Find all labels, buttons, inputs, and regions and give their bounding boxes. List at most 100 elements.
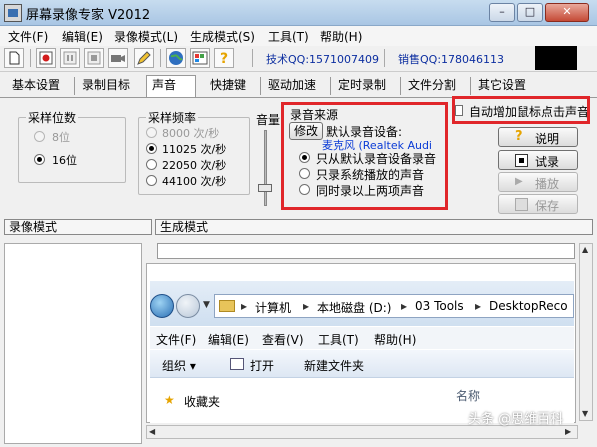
save-button-label: 保存 xyxy=(535,199,560,213)
tab-scheduled-record[interactable]: 定时录制 xyxy=(338,76,386,93)
tab-record-target[interactable]: 录制目标 xyxy=(82,76,130,93)
scroll-right-icon[interactable]: ▶ xyxy=(565,427,571,436)
record-icon xyxy=(515,154,528,167)
source-default-device-label: 只从默认录音设备录音 xyxy=(316,152,437,166)
explorer-menu-file[interactable]: 文件(F) xyxy=(156,331,196,348)
sales-qq-label: 销售QQ:178046113 xyxy=(398,53,505,66)
explorer-menu-bar: 文件(F) 编辑(E) 查看(V) 工具(T) 帮助(H) xyxy=(150,327,574,349)
toolbar-separator xyxy=(160,49,161,67)
tab-hotkeys[interactable]: 快捷键 xyxy=(210,76,246,93)
generate-mode-header[interactable]: 生成模式 xyxy=(155,219,593,235)
back-arrow-icon[interactable] xyxy=(150,294,174,318)
pencil-icon[interactable] xyxy=(134,48,154,68)
volume-slider-thumb[interactable] xyxy=(258,184,272,192)
bits-8-radio[interactable] xyxy=(34,131,45,142)
auto-click-sound-highlight: 自动增加鼠标点击声音 xyxy=(452,96,590,124)
menu-record-mode[interactable]: 录像模式(L) xyxy=(114,28,178,45)
help-icon: ? xyxy=(515,129,523,144)
source-system-playback-radio[interactable] xyxy=(299,168,310,179)
rate-11025-radio[interactable] xyxy=(146,143,157,154)
tab-other-settings[interactable]: 其它设置 xyxy=(478,76,526,93)
vertical-scrollbar[interactable]: ▲ ▼ xyxy=(579,243,593,421)
scroll-down-icon[interactable]: ▼ xyxy=(582,409,588,418)
volume-slider-track[interactable] xyxy=(264,130,267,206)
volume-label: 音量 xyxy=(256,113,281,127)
test-record-button[interactable]: 试录 xyxy=(498,150,578,170)
breadcrumb-separator-icon: ▸ xyxy=(303,299,310,313)
tab-basic-settings[interactable]: 基本设置 xyxy=(12,76,60,93)
modify-device-button[interactable]: 修改 xyxy=(289,122,323,140)
address-bar[interactable]: ▸ 计算机 ▸ 本地磁盘 (D:) ▸ 03 Tools ▸ DesktopRe… xyxy=(214,294,574,318)
tab-separator xyxy=(400,77,401,95)
explorer-menu-help[interactable]: 帮助(H) xyxy=(374,331,416,348)
tab-separator xyxy=(330,77,331,95)
history-dropdown-icon[interactable]: ▼ xyxy=(203,300,210,310)
menu-edit[interactable]: 编辑(E) xyxy=(62,28,103,45)
audio-source-label: 录音来源 xyxy=(290,108,339,122)
rate-22050-radio[interactable] xyxy=(146,159,157,170)
rate-44100-label: 44100 次/秒 xyxy=(162,175,227,188)
organize-button[interactable]: 组织 ▾ xyxy=(162,357,196,374)
minimize-button[interactable]: – xyxy=(489,3,515,22)
explorer-menu-tools[interactable]: 工具(T) xyxy=(318,331,359,348)
pause-icon[interactable] xyxy=(60,48,80,68)
color-preview-box xyxy=(535,46,577,70)
source-default-device-radio[interactable] xyxy=(299,152,310,163)
favorites-item[interactable]: 收藏夹 xyxy=(184,393,220,410)
breadcrumb-computer[interactable]: 计算机 xyxy=(255,299,291,316)
toolbar-separator xyxy=(30,49,31,67)
rate-44100-radio[interactable] xyxy=(146,175,157,186)
explorer-menu-edit[interactable]: 编辑(E) xyxy=(208,331,249,348)
record-mode-panel xyxy=(4,243,142,444)
record-icon[interactable] xyxy=(36,48,56,68)
rate-11025-label: 11025 次/秒 xyxy=(162,143,227,156)
sampling-rate-label: 采样频率 xyxy=(146,109,199,126)
play-button[interactable]: ▶ 播放 xyxy=(498,172,578,192)
breadcrumb-separator-icon: ▸ xyxy=(241,299,248,313)
bits-16-radio[interactable] xyxy=(34,154,45,165)
bits-8-label: 8位 xyxy=(52,131,70,144)
horizontal-scrollbar[interactable]: ◀ ▶ xyxy=(146,425,578,439)
breadcrumb-tools[interactable]: 03 Tools xyxy=(415,299,464,313)
auto-click-sound-checkbox[interactable] xyxy=(455,105,463,116)
new-folder-button[interactable]: 新建文件夹 xyxy=(304,357,364,374)
globe-icon[interactable] xyxy=(166,48,186,68)
menu-file[interactable]: 文件(F) xyxy=(8,28,48,45)
open-button[interactable]: 打开 xyxy=(250,357,274,374)
tab-driver-acceleration[interactable]: 驱动加速 xyxy=(268,76,316,93)
tab-file-split[interactable]: 文件分割 xyxy=(408,76,456,93)
name-column-header[interactable]: 名称 xyxy=(456,387,480,404)
explorer-menu-view[interactable]: 查看(V) xyxy=(262,331,304,348)
help-button-label: 说明 xyxy=(535,132,560,146)
scroll-left-icon[interactable]: ◀ xyxy=(149,427,155,436)
camera-icon[interactable] xyxy=(108,48,128,68)
new-file-icon[interactable] xyxy=(4,48,24,68)
help-icon[interactable]: ? xyxy=(214,48,234,68)
star-icon: ★ xyxy=(164,393,175,407)
record-mode-header[interactable]: 录像模式 xyxy=(4,219,152,235)
toolbar-separator xyxy=(384,49,385,67)
stop-icon[interactable] xyxy=(84,48,104,68)
sampling-bits-label: 采样位数 xyxy=(26,109,79,126)
save-icon xyxy=(515,198,528,211)
tab-sound[interactable]: 声音 xyxy=(152,76,176,93)
menu-help[interactable]: 帮助(H) xyxy=(320,28,362,45)
rate-8000-radio[interactable] xyxy=(146,127,157,138)
auto-click-sound-label: 自动增加鼠标点击声音 xyxy=(469,105,590,119)
breadcrumb-local-disk[interactable]: 本地磁盘 (D:) xyxy=(317,299,391,316)
app-icon xyxy=(4,4,22,22)
source-both-radio[interactable] xyxy=(299,184,310,195)
scroll-up-icon[interactable]: ▲ xyxy=(582,245,588,254)
close-button[interactable]: ✕ xyxy=(545,3,589,22)
tech-qq-label: 技术QQ:1571007409 xyxy=(266,53,380,66)
menu-generate-mode[interactable]: 生成模式(S) xyxy=(190,28,255,45)
rate-22050-label: 22050 次/秒 xyxy=(162,159,227,172)
breadcrumb-desktop-recorder[interactable]: DesktopReco xyxy=(489,299,568,313)
preview-ruler xyxy=(157,243,575,259)
save-button[interactable]: 保存 xyxy=(498,194,578,214)
help-button[interactable]: ? 说明 xyxy=(498,127,578,147)
restore-button[interactable]: □ xyxy=(517,3,543,22)
forward-arrow-icon[interactable] xyxy=(176,294,200,318)
menu-tools[interactable]: 工具(T) xyxy=(268,28,309,45)
palette-icon[interactable] xyxy=(190,48,210,68)
